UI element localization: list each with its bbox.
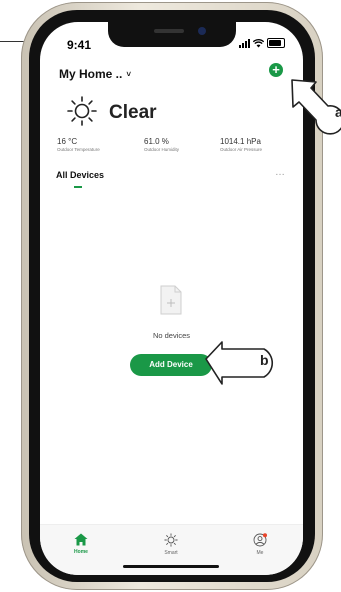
tab-label: Home [74, 549, 88, 555]
tab-indicator [74, 186, 82, 188]
stat-humidity: 61.0 % Outdoor Humidity [144, 137, 179, 152]
home-indicator [123, 565, 219, 568]
status-icons [239, 38, 285, 48]
home-name: My Home .. [59, 67, 123, 81]
notification-badge [262, 533, 267, 538]
notch [108, 22, 236, 47]
more-icon[interactable]: … [275, 167, 286, 178]
tab-smart[interactable]: Smart [146, 533, 196, 556]
status-time: 9:41 [67, 38, 92, 52]
stat-value: 1014.1 hPa [220, 137, 261, 146]
house-icon [74, 533, 88, 546]
stat-value: 16 °C [57, 137, 78, 146]
stat-pressure: 1014.1 hPa Outdoor Air Pressure [220, 137, 262, 152]
home-selector[interactable]: My Home .. ˅ [59, 67, 131, 81]
callout-b-arrow [205, 341, 273, 385]
callout-a-label: a [335, 104, 341, 120]
profile-icon [253, 533, 267, 547]
weather-condition: Clear [109, 102, 157, 123]
tab-me[interactable]: Me [235, 533, 285, 556]
sun-icon [67, 96, 97, 126]
camera [198, 27, 206, 35]
app-screen: 9:41 My Home .. ˅ + Clear 16 °C Outdoor … [40, 22, 303, 575]
speaker [154, 29, 184, 33]
tab-label: Smart [164, 550, 178, 556]
tab-all-devices[interactable]: All Devices [56, 170, 104, 180]
battery-icon [267, 38, 285, 48]
callout-b-label: b [260, 352, 269, 368]
stat-label: Outdoor Temperature [57, 147, 100, 152]
tab-label: Me [256, 550, 264, 556]
stat-value: 61.0 % [144, 137, 169, 146]
add-button[interactable]: + [269, 63, 283, 77]
sun-outline-icon [164, 533, 178, 547]
chevron-down-icon: ˅ [126, 69, 132, 79]
tab-home[interactable]: Home [56, 533, 106, 555]
wifi-icon [253, 38, 264, 47]
add-device-button[interactable]: Add Device [130, 354, 212, 376]
signal-icon [239, 38, 250, 48]
stat-label: Outdoor Air Pressure [220, 147, 263, 152]
callout-a-arrow [291, 79, 341, 135]
empty-document-icon [160, 285, 182, 315]
stat-label: Outdoor Humidity [144, 147, 180, 152]
stat-temperature: 16 °C Outdoor Temperature [57, 137, 100, 152]
